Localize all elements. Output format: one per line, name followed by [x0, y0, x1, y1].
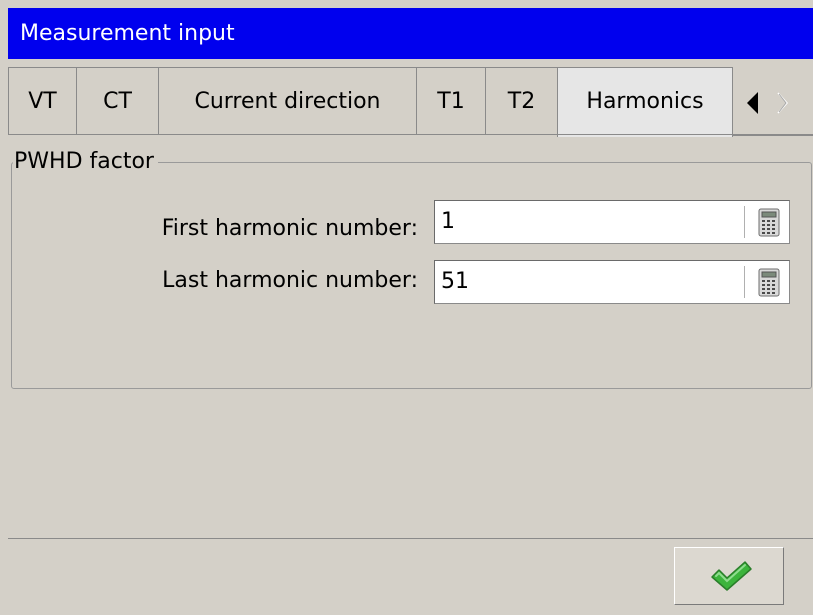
- last-harmonic-label: Last harmonic number:: [162, 268, 418, 293]
- tab-label: T2: [507, 89, 536, 114]
- tab-ct[interactable]: CT: [76, 67, 159, 135]
- green-checkmark-icon: [711, 561, 752, 591]
- last-harmonic-value: 51: [441, 269, 469, 294]
- tab-label: T1: [437, 89, 465, 114]
- tab-label: Current direction: [194, 89, 381, 114]
- tab-label: VT: [28, 89, 57, 114]
- field-divider: [744, 266, 745, 298]
- ok-button[interactable]: [674, 547, 784, 605]
- triangle-left-icon[interactable]: [747, 92, 758, 114]
- calculator-icon[interactable]: [753, 207, 783, 237]
- field-divider: [744, 206, 745, 238]
- tab-bar: VT CT Current direction T1 T2 Harmonics: [8, 67, 813, 137]
- tab-label: CT: [103, 89, 132, 114]
- tab-harmonics[interactable]: Harmonics: [557, 67, 733, 137]
- first-harmonic-input[interactable]: 1: [434, 200, 790, 244]
- last-harmonic-input[interactable]: 51: [434, 260, 790, 304]
- tab-scroll-controls: [733, 67, 813, 136]
- triangle-right-disabled-icon[interactable]: [777, 92, 788, 114]
- tab-vt[interactable]: VT: [8, 67, 77, 135]
- tab-t2[interactable]: T2: [485, 67, 558, 135]
- group-title: PWHD factor: [13, 148, 158, 176]
- window-title: Measurement input: [8, 8, 813, 59]
- first-harmonic-label: First harmonic number:: [161, 216, 418, 241]
- calculator-icon[interactable]: [753, 267, 783, 297]
- tab-t1[interactable]: T1: [416, 67, 486, 135]
- tab-current-direction[interactable]: Current direction: [158, 67, 417, 135]
- first-harmonic-value: 1: [441, 209, 455, 234]
- tab-label: Harmonics: [586, 89, 704, 114]
